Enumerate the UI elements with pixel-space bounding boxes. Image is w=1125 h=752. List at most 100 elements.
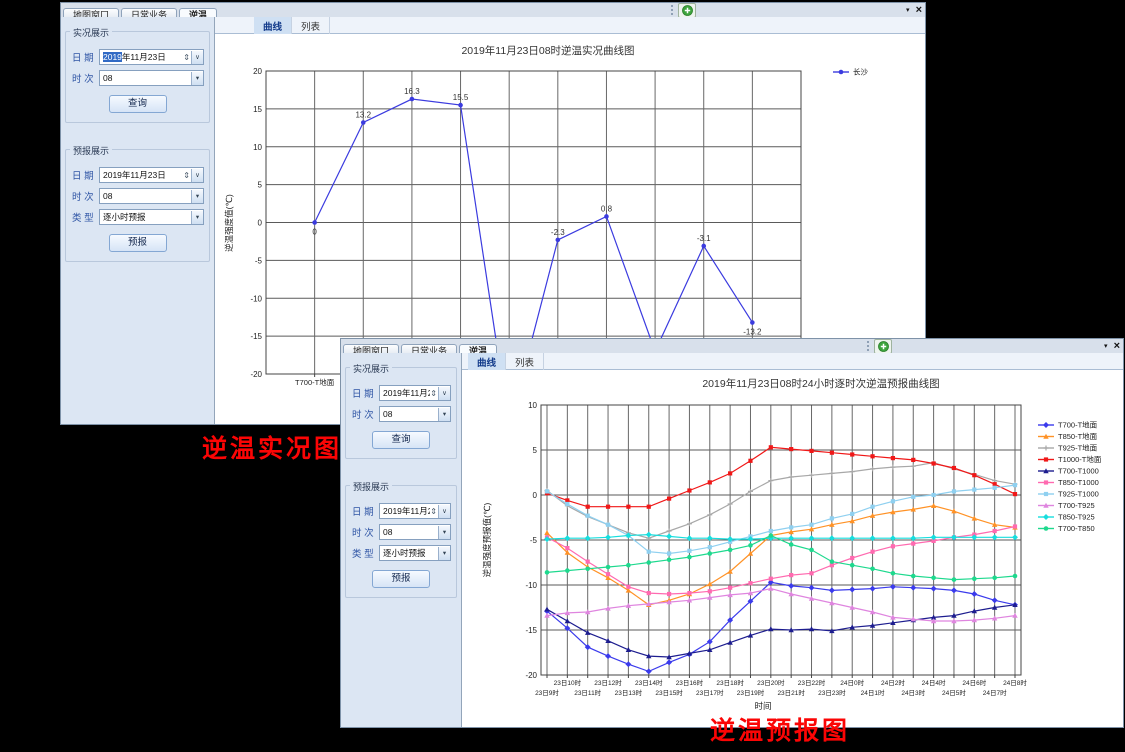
data-point [646,532,652,538]
spinner-icon[interactable]: ⇕ [430,507,437,516]
chevron-down-icon[interactable]: ▾ [438,547,450,560]
x-tick-label: 23日19时 [737,688,765,697]
window2-tabstrip: 地图窗口日常业务逆温 ▾ × [341,339,1123,354]
x-tick-label: 23日11时 [574,688,601,697]
collapse-icon[interactable]: ▾ [1104,342,1108,350]
data-point [911,458,915,462]
close-icon[interactable]: × [916,5,922,15]
tab-curve[interactable]: 曲线 [468,353,506,370]
collapse-icon[interactable]: ▾ [906,6,910,14]
data-point [1013,524,1017,528]
forecast-button[interactable]: 预报 [372,570,430,588]
time-combobox[interactable]: 08 ▾ [99,70,204,86]
window1-controls: ▾ × [906,3,922,17]
point-label: 0 [312,228,317,237]
data-point [891,499,895,503]
data-point [809,473,814,478]
group-title: 预报展示 [350,480,392,493]
date-label: 日 期 [72,168,99,182]
legend-label: T700-T地面 [1058,420,1098,430]
tab-curve[interactable]: 曲线 [254,17,292,34]
data-point [829,587,835,593]
time-row: 时 次 08 ▾ [352,524,451,540]
add-button[interactable] [678,3,696,18]
data-point [361,120,366,125]
chevron-down-icon[interactable]: ▾ [438,526,450,539]
series-T925-T1000 [545,483,1017,556]
chevron-down-icon[interactable]: ▾ [438,408,450,421]
type-combobox[interactable]: 逐小时预报 ▾ [99,209,204,225]
date-field[interactable]: 2019年11月23日 ⇕ ∨ [99,49,204,65]
data-point [769,577,773,581]
data-point [707,581,712,586]
data-point [687,488,691,492]
toolbar-grip-icon[interactable] [867,341,871,351]
spinner-icon[interactable]: ⇕ [183,53,190,62]
query-button[interactable]: 查询 [109,95,167,113]
toolbar [867,339,892,353]
type-value: 逐小时预报 [383,547,438,559]
data-point [707,551,712,556]
date-row: 日 期 2019年11月23日 ⇕ ∨ [352,503,451,519]
date-field[interactable]: 2019年11月23日 ⇕ ∨ [379,503,451,519]
tab-list[interactable]: 列表 [506,353,544,370]
chevron-down-icon[interactable]: ▾ [191,190,203,203]
data-point [809,548,814,553]
caption-forecast-chart: 逆温预报图 [710,711,850,747]
data-point [1044,457,1048,461]
time-combobox[interactable]: 08 ▾ [99,188,204,204]
actual-display-group: 实况展示 日 期 2019年11月23日 ⇕ ∨ 时 次 08 ▾ [345,367,457,459]
x-tick-label: 24日0时 [840,678,864,687]
chevron-down-icon[interactable]: ∨ [191,169,203,182]
data-point [625,661,631,667]
data-point [565,568,570,573]
series-line [547,536,1015,580]
close-icon[interactable]: × [1114,341,1120,351]
desktop-background: 地图窗口日常业务逆温 ▾ × 实况展示 日 [0,0,1125,752]
time-value: 08 [383,409,438,419]
query-button[interactable]: 查询 [372,431,430,449]
data-point [458,103,463,108]
chevron-down-icon[interactable]: ∨ [438,387,450,400]
data-point [993,482,997,486]
forecast-button[interactable]: 预报 [109,234,167,252]
spinner-icon[interactable]: ⇕ [430,389,437,398]
data-point [667,551,671,555]
time-label: 时 次 [352,407,379,421]
series-T700-T地面 [544,579,1018,674]
date-field[interactable]: 2019年11月23日 ⇕ ∨ [379,385,451,401]
time-combobox[interactable]: 08 ▾ [379,524,451,540]
type-value: 逐小时预报 [103,211,191,223]
chevron-down-icon[interactable]: ∨ [191,51,203,64]
data-point [1044,480,1048,484]
date-field[interactable]: 2019年11月23日 ⇕ ∨ [99,167,204,183]
x-tick-label: 23日16时 [676,678,704,687]
y-axis-title: 逆温强度预报值(℃) [482,502,492,577]
data-point [830,516,834,520]
data-point [687,549,691,553]
toolbar-grip-icon[interactable] [671,5,675,15]
time-row: 时 次 08 ▾ [72,188,204,204]
data-point [647,550,651,554]
chevron-down-icon[interactable]: ▾ [191,72,203,85]
data-point [890,465,895,470]
date-value: 2019年11月23日 [383,387,430,399]
data-point [870,567,875,572]
add-button[interactable] [874,339,892,354]
spinner-icon[interactable]: ⇕ [183,171,190,180]
data-point [809,585,815,591]
chevron-down-icon[interactable]: ▾ [191,211,203,224]
data-point [911,542,915,546]
chevron-down-icon[interactable]: ∨ [438,505,450,518]
data-point [952,489,956,493]
point-label: -2.3 [551,228,565,237]
data-point [585,630,590,635]
x-tick-label: 23日17时 [696,688,724,697]
point-label: 16.3 [404,87,420,96]
x-tick-label: 24日7时 [983,688,1007,697]
tab-list[interactable]: 列表 [292,17,330,34]
time-combobox[interactable]: 08 ▾ [379,406,451,422]
type-combobox[interactable]: 逐小时预报 ▾ [379,545,451,561]
content-tabbar: 曲线列表 [462,353,1123,370]
point-label: -13.2 [743,327,762,336]
